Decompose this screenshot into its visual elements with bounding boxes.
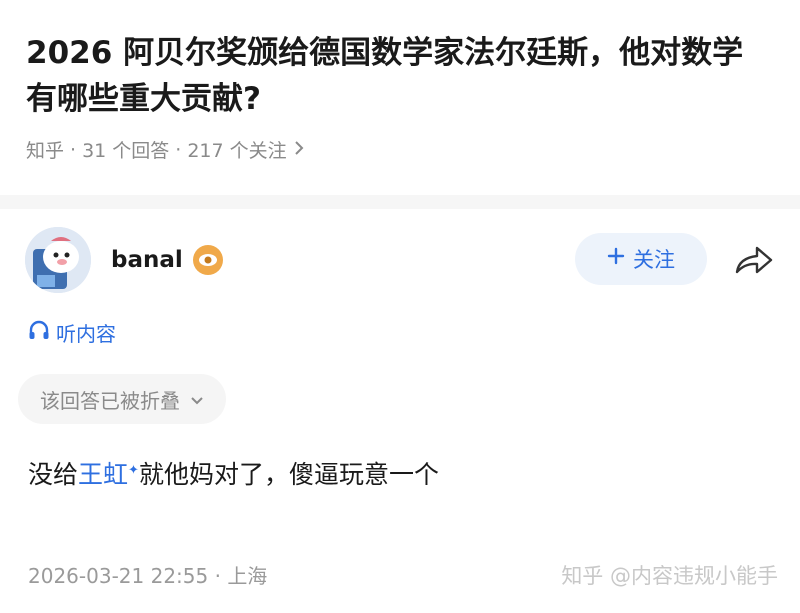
follower-count: 217 个关注: [187, 140, 287, 162]
meta-dot: ·: [70, 138, 77, 161]
folded-answer-tag[interactable]: 该回答已被折叠: [18, 374, 226, 424]
follow-label: 关注: [633, 249, 675, 272]
meta-dot: ·: [175, 138, 182, 161]
avatar[interactable]: [25, 227, 91, 293]
mention-link[interactable]: 王虹: [78, 460, 128, 489]
answer-count: 31 个回答: [82, 140, 170, 162]
eye-icon: [192, 245, 223, 275]
source-label: 知乎: [26, 140, 65, 162]
question-meta[interactable]: 知乎 · 31 个回答 · 217 个关注: [26, 136, 774, 163]
share-icon[interactable]: [732, 238, 776, 282]
folded-label: 该回答已被折叠: [40, 388, 180, 413]
question-title[interactable]: 2026 阿贝尔奖颁给德国数学家法尔廷斯，他对数学有哪些重大贡献?: [26, 30, 766, 122]
answer-date: 2026-03-21 22:55: [28, 564, 209, 588]
author-name[interactable]: banal: [111, 247, 183, 273]
headphones-icon: [28, 320, 50, 345]
follow-button[interactable]: 关注: [575, 233, 707, 285]
answer-timestamp: 2026-03-21 22:55 · 上海: [28, 560, 267, 589]
answer-content: 没给王虹✦就他妈对了，傻逼玩意一个: [28, 455, 439, 495]
answer-location: 上海: [227, 564, 268, 588]
watermark: 知乎 @内容违规小能手: [561, 564, 778, 588]
listen-label: 听内容: [56, 322, 116, 346]
question-header: 2026 阿贝尔奖颁给德国数学家法尔廷斯，他对数学有哪些重大贡献? 知乎 · 3…: [0, 0, 800, 166]
meta-dot: ·: [214, 564, 221, 588]
listen-button[interactable]: 听内容: [28, 318, 116, 347]
section-divider: [0, 195, 800, 209]
answer-text-start: 没给: [28, 460, 79, 489]
chevron-right-icon: [293, 139, 305, 161]
sparkle-icon: ✦: [128, 463, 139, 478]
chevron-down-icon: [190, 387, 204, 411]
answer-text-end: 就他妈对了，傻逼玩意一个: [138, 460, 439, 489]
plus-icon: [607, 247, 625, 271]
